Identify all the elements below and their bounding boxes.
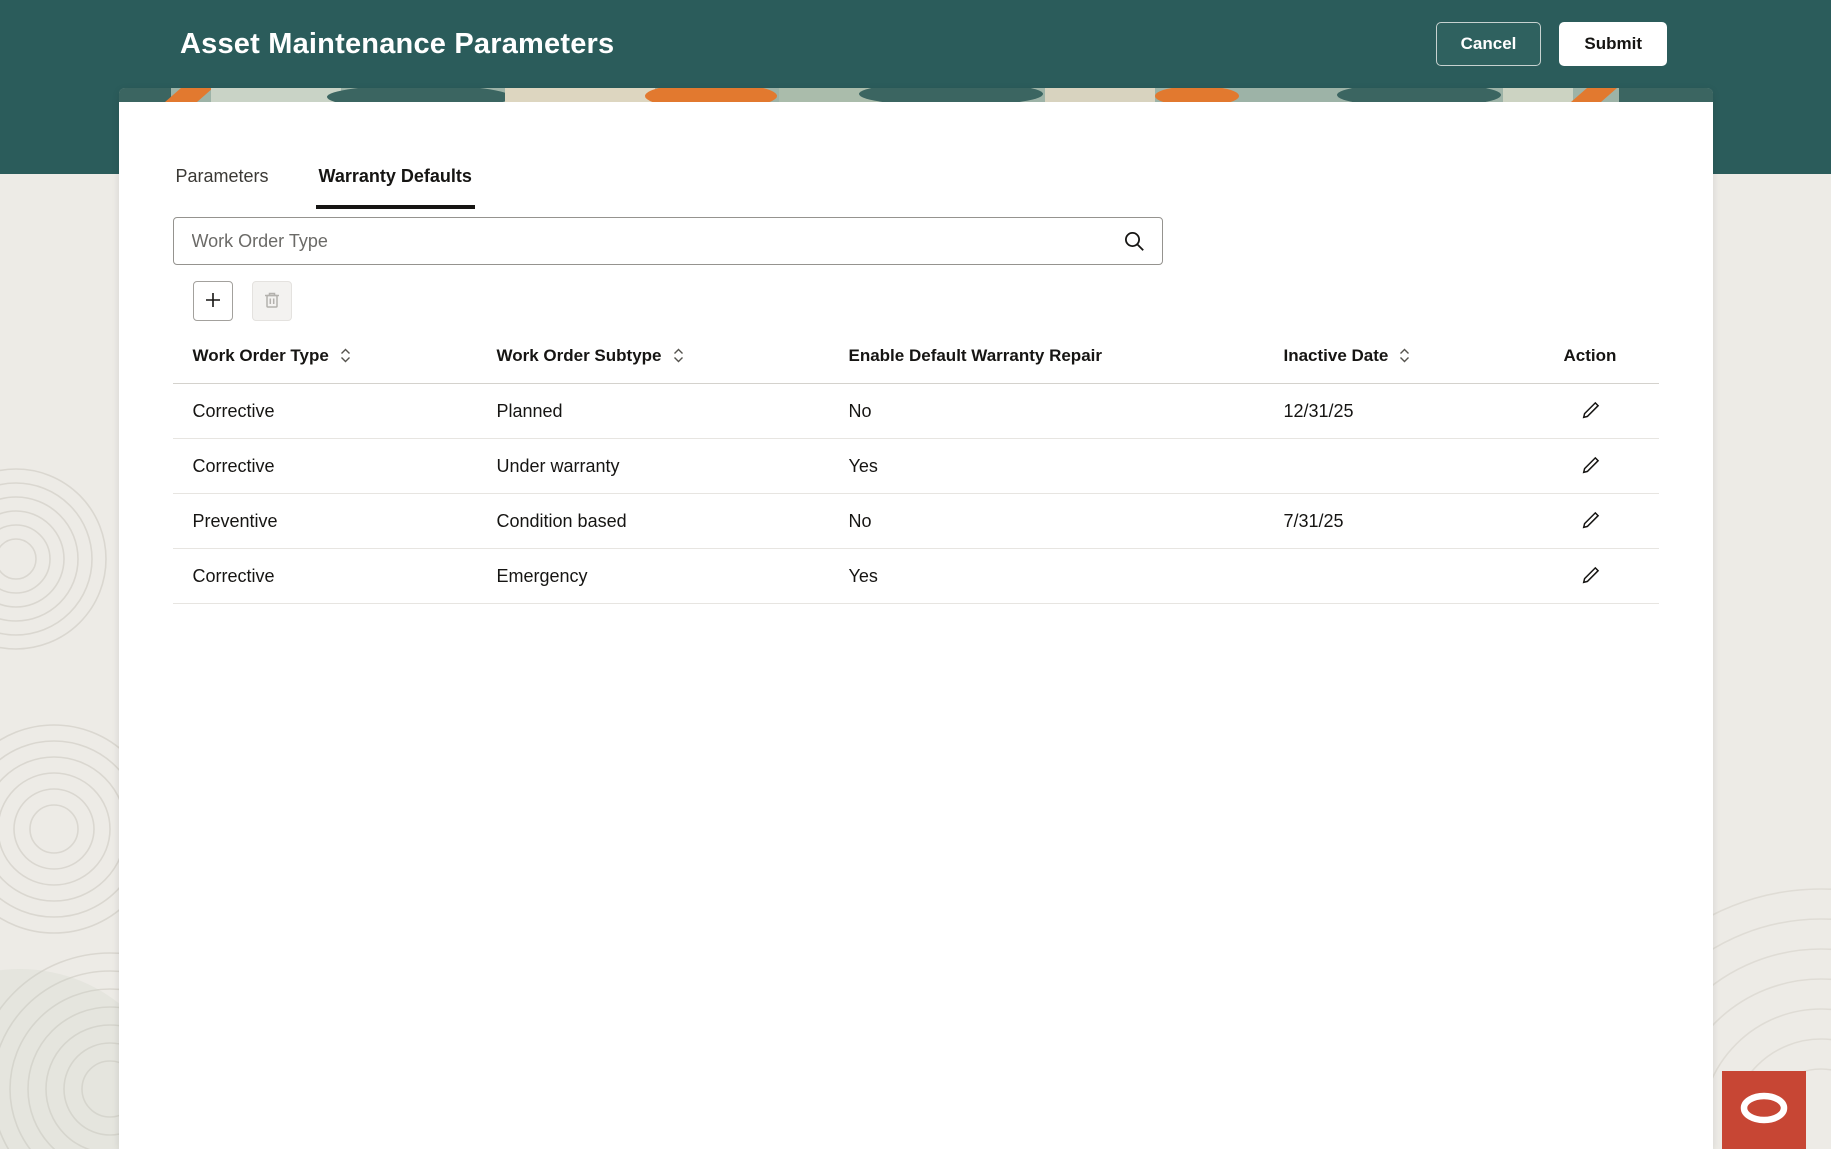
card: Parameters Warranty Defaults <box>119 102 1713 1149</box>
tab-warranty-defaults[interactable]: Warranty Defaults <box>316 166 475 209</box>
search-row <box>173 217 1659 265</box>
column-label: Work Order Subtype <box>497 346 662 366</box>
decorative-banner <box>119 88 1713 102</box>
add-row-button[interactable] <box>193 281 233 321</box>
main-content-card: Parameters Warranty Defaults <box>119 88 1713 1149</box>
cell-work-order-subtype: Condition based <box>477 511 829 532</box>
cell-work-order-subtype: Emergency <box>477 566 829 587</box>
delete-row-button[interactable] <box>252 281 292 321</box>
table-row[interactable]: Preventive Condition based No 7/31/25 <box>173 494 1659 549</box>
search-icon[interactable] <box>1123 230 1145 252</box>
table-row[interactable]: Corrective Under warranty Yes <box>173 439 1659 494</box>
cell-enable-default-warranty-repair: Yes <box>829 456 1264 477</box>
column-label: Work Order Type <box>193 346 329 366</box>
cell-work-order-type: Corrective <box>173 401 477 422</box>
table-header-row: Work Order Type Work Order Subtype Enabl… <box>173 328 1659 384</box>
cell-work-order-type: Preventive <box>173 511 477 532</box>
column-header-inactive-date[interactable]: Inactive Date <box>1264 346 1544 366</box>
table-row[interactable]: Corrective Planned No 12/31/25 <box>173 384 1659 439</box>
cell-action <box>1544 394 1659 428</box>
cell-work-order-type: Corrective <box>173 456 477 477</box>
column-header-action: Action <box>1544 346 1659 366</box>
table-toolbar <box>173 281 1659 321</box>
cell-action <box>1544 504 1659 538</box>
column-label: Enable Default Warranty Repair <box>849 346 1103 366</box>
sort-icon <box>339 348 352 363</box>
cell-inactive-date: 12/31/25 <box>1264 401 1544 422</box>
column-header-work-order-subtype[interactable]: Work Order Subtype <box>477 346 829 366</box>
page-title: Asset Maintenance Parameters <box>180 28 1436 61</box>
column-label: Inactive Date <box>1284 346 1389 366</box>
cell-enable-default-warranty-repair: No <box>829 511 1264 532</box>
cancel-button[interactable]: Cancel <box>1436 22 1542 66</box>
cell-work-order-subtype: Planned <box>477 401 829 422</box>
edit-row-button[interactable] <box>1574 394 1608 428</box>
submit-button[interactable]: Submit <box>1559 22 1667 66</box>
oracle-logo-icon <box>1739 1092 1789 1129</box>
header-actions: Cancel Submit <box>1436 22 1667 66</box>
tab-bar: Parameters Warranty Defaults <box>173 166 1659 209</box>
edit-row-button[interactable] <box>1574 559 1608 593</box>
table-row[interactable]: Corrective Emergency Yes <box>173 549 1659 604</box>
top-bar: Asset Maintenance Parameters Cancel Subm… <box>0 0 1831 88</box>
sort-icon <box>1398 348 1411 363</box>
column-header-enable-default-warranty-repair: Enable Default Warranty Repair <box>829 346 1264 366</box>
pencil-icon <box>1581 455 1601 478</box>
trash-icon <box>262 290 282 313</box>
pencil-icon <box>1581 400 1601 423</box>
edit-row-button[interactable] <box>1574 449 1608 483</box>
pencil-icon <box>1581 565 1601 588</box>
cell-inactive-date: 7/31/25 <box>1264 511 1544 532</box>
column-header-work-order-type[interactable]: Work Order Type <box>173 346 477 366</box>
cell-action <box>1544 559 1659 593</box>
plus-icon <box>203 290 223 313</box>
column-label: Action <box>1564 346 1617 366</box>
search-input[interactable] <box>173 217 1163 265</box>
cell-work-order-subtype: Under warranty <box>477 456 829 477</box>
warranty-defaults-table: Work Order Type Work Order Subtype Enabl… <box>173 328 1659 604</box>
sort-icon <box>672 348 685 363</box>
cell-enable-default-warranty-repair: No <box>829 401 1264 422</box>
oracle-logo-badge <box>1722 1071 1806 1149</box>
pencil-icon <box>1581 510 1601 533</box>
search-box <box>173 217 1163 265</box>
edit-row-button[interactable] <box>1574 504 1608 538</box>
cell-action <box>1544 449 1659 483</box>
cell-enable-default-warranty-repair: Yes <box>829 566 1264 587</box>
tab-parameters[interactable]: Parameters <box>173 166 272 209</box>
cell-work-order-type: Corrective <box>173 566 477 587</box>
